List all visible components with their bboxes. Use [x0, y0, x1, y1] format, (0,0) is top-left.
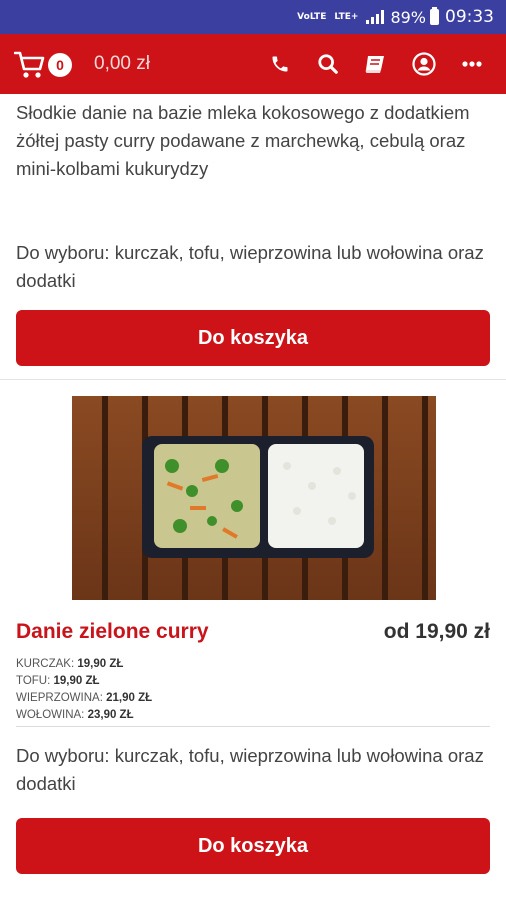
product-options: Do wyboru: kurczak, tofu, wieprzowina lu… — [16, 242, 484, 291]
lte-label: LTE+ — [334, 11, 359, 22]
volte-label: VoLTE — [297, 11, 327, 22]
phone-icon — [272, 56, 288, 72]
search-icon — [318, 54, 338, 74]
product-price: od 19,90 zł — [383, 620, 490, 643]
cart-icon — [13, 51, 45, 78]
cart-button[interactable]: 0 — [13, 49, 72, 79]
book-icon — [365, 56, 384, 73]
app-bar: 0 0,00 zł — [0, 34, 506, 94]
search-button[interactable] — [304, 44, 352, 84]
signal-icon — [366, 10, 385, 24]
battery-percent: 89% — [390, 7, 426, 27]
add-to-cart-button[interactable]: Do koszyka — [16, 818, 490, 874]
user-icon — [412, 52, 436, 76]
more-icon — [462, 61, 482, 67]
account-button[interactable] — [400, 44, 448, 84]
product-list[interactable]: Słodkie danie na bazie mleka kokosowego … — [0, 94, 506, 900]
status-bar: VoLTE LTE+ 89% 09:33 — [0, 0, 506, 34]
menu-book-button[interactable] — [352, 44, 400, 84]
clock: 09:33 — [445, 7, 494, 27]
variant-row: WIEPRZOWINA: 21,90 ZŁ — [16, 692, 153, 704]
curry-dish-image — [72, 396, 436, 600]
variant-row: TOFU: 19,90 ZŁ — [16, 675, 100, 687]
product-description: Słodkie danie na bazie mleka kokosowego … — [16, 102, 470, 179]
volte-indicator: VoLTE — [297, 11, 327, 22]
product-options: Do wyboru: kurczak, tofu, wieprzowina lu… — [16, 745, 484, 794]
cart-count-badge: 0 — [48, 53, 72, 77]
add-to-cart-button[interactable]: Do koszyka — [16, 310, 490, 366]
product-photo[interactable] — [72, 396, 436, 600]
product-card: Słodkie danie na bazie mleka kokosowego … — [0, 94, 506, 380]
battery-icon — [430, 7, 439, 25]
phone-button[interactable] — [256, 44, 304, 84]
divider — [16, 726, 490, 727]
product-title[interactable]: Danie zielone curry — [16, 620, 209, 644]
more-button[interactable] — [448, 44, 496, 84]
variant-price-list: KURCZAK: 19,90 ZŁ TOFU: 19,90 ZŁ WIEPRZO… — [16, 656, 152, 724]
cart-total: 0,00 zł — [94, 53, 150, 74]
lte-indicator: LTE+ — [334, 11, 359, 22]
product-card: Danie zielone curry od 19,90 zł KURCZAK:… — [0, 380, 506, 900]
variant-row: KURCZAK: 19,90 ZŁ — [16, 658, 124, 670]
variant-row: WOŁOWINA: 23,90 ZŁ — [16, 709, 134, 721]
